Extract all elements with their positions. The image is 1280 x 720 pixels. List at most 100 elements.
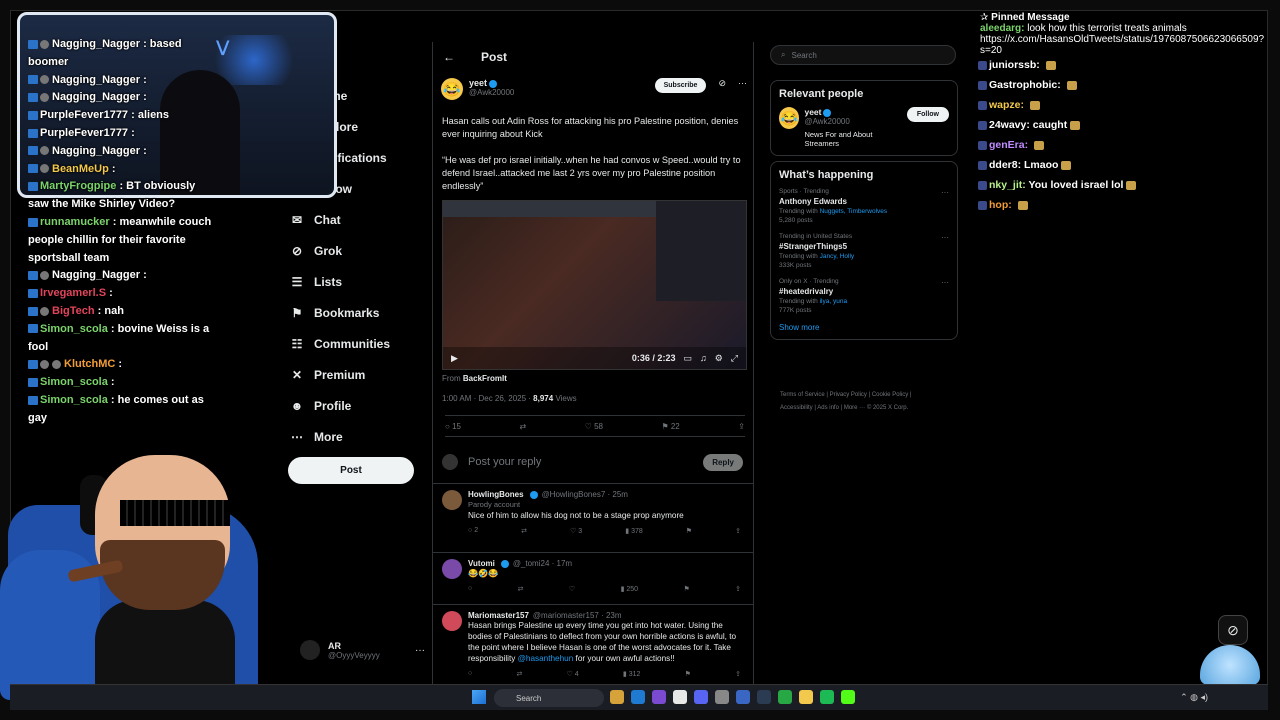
repost-icon[interactable]: ⇄ [521,527,527,535]
like-action[interactable]: ♡ 58 [585,422,603,431]
show-more-link[interactable]: Show more [779,323,949,332]
volume-icon[interactable]: ♫ [700,353,707,363]
nav-bookmarks[interactable]: ⚑ Bookmarks [290,297,440,328]
avatar[interactable] [442,611,462,631]
views-action[interactable]: ▮ 312 [623,670,641,678]
nav-premium[interactable]: ✕ Premium [290,359,440,390]
like-action[interactable]: ♡ 3 [570,527,582,535]
chat-username[interactable]: Simon_scola [40,376,108,388]
comment-author[interactable]: Mariomaster157 [468,611,529,620]
mention-link[interactable]: @hasanthehun [518,654,574,663]
nav-profile[interactable]: ☻ Profile [290,390,440,421]
chat-username[interactable]: KlutchMC [64,358,115,370]
explorer-icon[interactable] [610,690,624,704]
app-icon[interactable] [736,690,750,704]
chat-username[interactable]: juniorssb: [989,59,1040,71]
comment[interactable]: HowlingBones @HowlingBones7 · 25m Parody … [433,483,753,535]
chat-username[interactable]: Nagging_Nagger [52,145,140,157]
avatar[interactable]: 😂 [779,107,800,129]
spotify-icon[interactable] [820,690,834,704]
chat-username[interactable]: BigTech [52,305,95,317]
like-action[interactable]: ♡ 4 [567,670,579,678]
fullscreen-icon[interactable]: ⤢ [731,353,738,364]
play-icon[interactable]: ▶ [451,353,458,364]
chat-username[interactable]: Simon_scola [40,394,108,406]
trend-item[interactable]: Only on X · Trending #heatedrivalry Tren… [779,278,949,314]
bookmark-icon[interactable]: ⚑ [683,585,689,593]
avatar[interactable]: 😂 [441,78,463,100]
more-icon[interactable]: ··· [738,78,747,88]
share-icon[interactable]: ⇪ [735,585,741,593]
search-input[interactable]: ⌕ Search [770,45,956,65]
footer-link[interactable]: Ads info [817,405,839,411]
reply-action[interactable]: ○ 15 [445,422,461,431]
grok-icon[interactable]: ⊘ [718,78,726,89]
video-player[interactable]: ▶ 0:36 / 2:23 ▭ ♫ ⚙ ⤢ [442,200,747,370]
footer-link[interactable]: Cookie Policy [872,392,908,398]
reply-button[interactable]: Reply [703,453,743,471]
app-icon[interactable] [652,690,666,704]
share-icon[interactable]: ⇪ [738,422,745,431]
chat-username[interactable]: Nagging_Nagger [52,38,140,50]
more-icon[interactable]: ··· [941,233,949,242]
settings-icon[interactable]: ⚙ [715,353,723,364]
windows-start-icon[interactable] [472,690,486,704]
source-link[interactable]: BackFromIt [463,374,507,383]
chat-username[interactable]: Irvegamerl.S [40,287,106,299]
footer-link[interactable]: More ··· [844,405,865,411]
steam-icon[interactable] [757,690,771,704]
chat-username[interactable]: Nagging_Nagger [52,74,140,86]
discord-icon[interactable] [694,690,708,704]
repost-icon[interactable]: ⇄ [518,585,524,593]
chat-username[interactable]: BeanMeUp [52,163,109,175]
app-icon[interactable] [778,690,792,704]
nav-more[interactable]: ⋯ More [290,421,440,452]
trend-item[interactable]: Trending in United States #StrangerThing… [779,233,949,269]
kick-icon[interactable] [841,690,855,704]
reply-icon[interactable]: ○ [468,670,472,678]
nav-communities[interactable]: ☷ Communities [290,328,440,359]
chat-username[interactable]: dder8: [989,159,1021,171]
chrome-icon[interactable] [673,690,687,704]
captions-icon[interactable]: ▭ [683,353,692,364]
reply-action[interactable]: ○ 2 [468,527,478,535]
chat-username[interactable]: nky_jit: [989,179,1026,191]
more-icon[interactable]: ··· [941,278,949,287]
follow-button[interactable]: Follow [906,107,949,122]
heart-icon[interactable]: ♡ [569,585,575,593]
subscribe-button[interactable]: Subscribe [654,78,707,93]
chat-username[interactable]: runnamucker [40,216,110,228]
reply-input[interactable]: Post your reply [468,456,541,468]
reply-icon[interactable]: ○ [468,585,472,593]
taskbar-search[interactable]: Search [494,689,604,707]
chat-username[interactable]: MartyFrogpipe [40,180,116,192]
chat-username[interactable]: wapze: [989,99,1024,111]
nav-grok[interactable]: ⊘ Grok [290,235,440,266]
views-action[interactable]: ▮ 250 [621,585,639,593]
relevant-person[interactable]: 😂 yeet @Awk20000 News For and About Stre… [779,107,949,148]
repost-icon[interactable]: ⇄ [519,422,526,431]
comment-author[interactable]: HowlingBones [468,490,524,499]
system-tray[interactable]: ⌃ ◍ ◂) [1180,692,1208,703]
comment[interactable]: Vutomi @_tomi24 · 17m 😂🤣😂 ○ ⇄ ♡ ▮ 250 ⚑ ⇪ [433,552,753,593]
compose-post-button[interactable]: Post [288,457,414,484]
edge-icon[interactable] [631,690,645,704]
chat-username[interactable]: Nagging_Nagger [52,269,140,281]
trend-item[interactable]: Sports · Trending Anthony Edwards Trendi… [779,188,949,224]
views-action[interactable]: ▮ 378 [625,527,643,535]
chat-username[interactable]: PurpleFever1777 [40,127,128,139]
comment-author[interactable]: Vutomi [468,559,495,568]
comment[interactable]: Mariomaster157 @mariomaster157 · 23m Hasa… [433,604,753,678]
avatar[interactable] [442,490,462,510]
repost-icon[interactable]: ⇄ [516,670,522,678]
footer-link[interactable]: Privacy Policy [830,392,867,398]
bookmark-action[interactable]: ⚑ 22 [661,422,679,431]
footer-link[interactable]: Terms of Service [780,392,825,398]
chat-username[interactable]: Simon_scola [40,323,108,335]
chat-username[interactable]: genEra: [989,139,1028,151]
back-arrow-icon[interactable]: ← [443,50,455,64]
more-icon[interactable]: ··· [941,188,949,197]
author-handle[interactable]: @Awk20000 [469,88,514,97]
nav-lists[interactable]: ☰ Lists [290,266,440,297]
account-switcher[interactable]: AR @OyyyVeyyyy ··· [300,640,425,660]
